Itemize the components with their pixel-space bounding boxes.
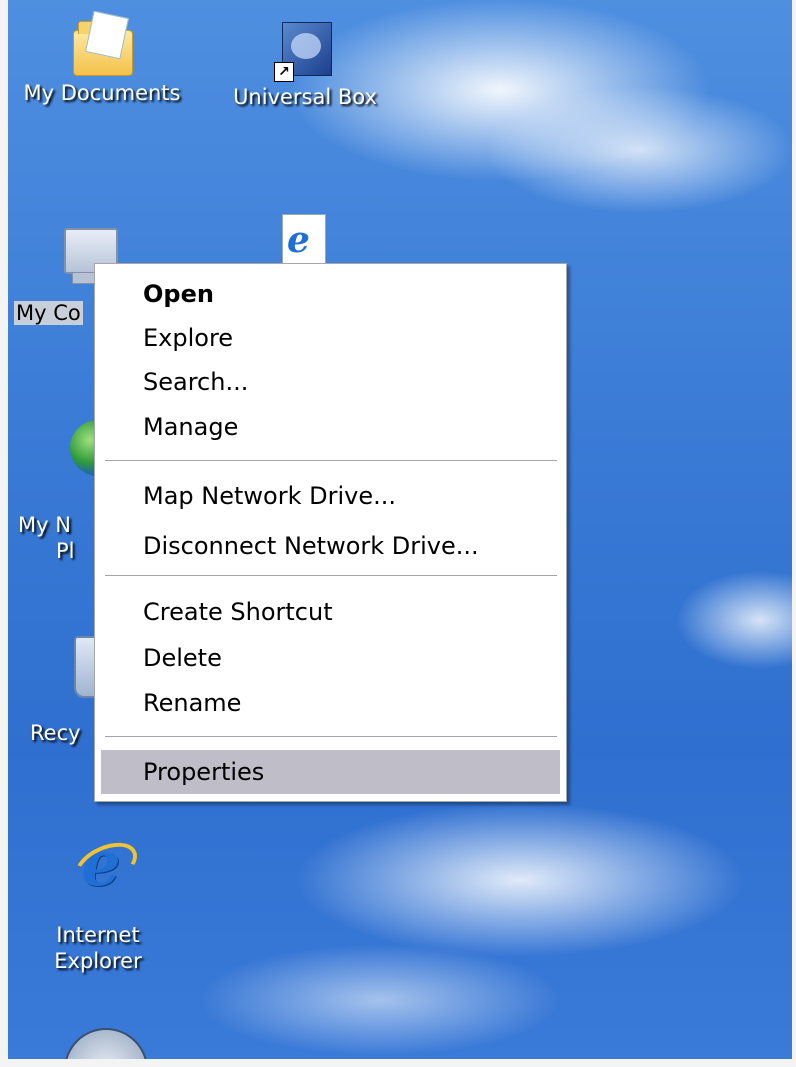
desktop-icon-internet-explorer[interactable]: e Internet Explorer xyxy=(38,830,158,974)
screen-frame-left xyxy=(0,0,8,1067)
desktop-icon-my-documents[interactable]: My Documents xyxy=(0,10,204,106)
desktop-icon-label: Universal Box xyxy=(233,85,377,109)
menu-separator xyxy=(105,575,557,577)
menu-item-disconnect-network-drive[interactable]: Disconnect Network Drive... xyxy=(101,524,560,568)
menu-item-search[interactable]: Search... xyxy=(101,360,560,404)
menu-item-properties[interactable]: Properties xyxy=(101,750,560,794)
desktop-icon-label: Internet xyxy=(56,923,140,947)
menu-item-explore[interactable]: Explore xyxy=(101,316,560,360)
screen-frame-right xyxy=(792,0,796,1067)
screen-frame-bottom xyxy=(0,1059,796,1067)
internet-explorer-icon: e xyxy=(63,830,144,900)
desktop-icon-label-selected: My Co xyxy=(14,301,83,325)
universal-box-shortcut-icon: ↗ xyxy=(270,14,340,84)
menu-item-delete[interactable]: Delete xyxy=(101,636,560,680)
menu-item-create-shortcut[interactable]: Create Shortcut xyxy=(101,590,560,634)
folder-documents-icon xyxy=(67,10,137,80)
desktop-icon-label-line2: Explorer xyxy=(54,949,142,973)
menu-item-map-network-drive[interactable]: Map Network Drive... xyxy=(101,474,560,518)
menu-separator xyxy=(105,460,557,462)
desktop-icon-universal-box[interactable]: ↗ Universal Box xyxy=(215,14,395,110)
desktop[interactable]: My Documents ↗ Universal Box My Co My N … xyxy=(0,0,796,1067)
menu-item-manage[interactable]: Manage xyxy=(101,405,560,449)
menu-separator xyxy=(105,736,557,738)
menu-item-open[interactable]: Open xyxy=(101,272,560,316)
context-menu: Open Explore Search... Manage Map Networ… xyxy=(94,263,567,802)
menu-item-rename[interactable]: Rename xyxy=(101,681,560,725)
desktop-icon-label: My Documents xyxy=(23,81,181,105)
